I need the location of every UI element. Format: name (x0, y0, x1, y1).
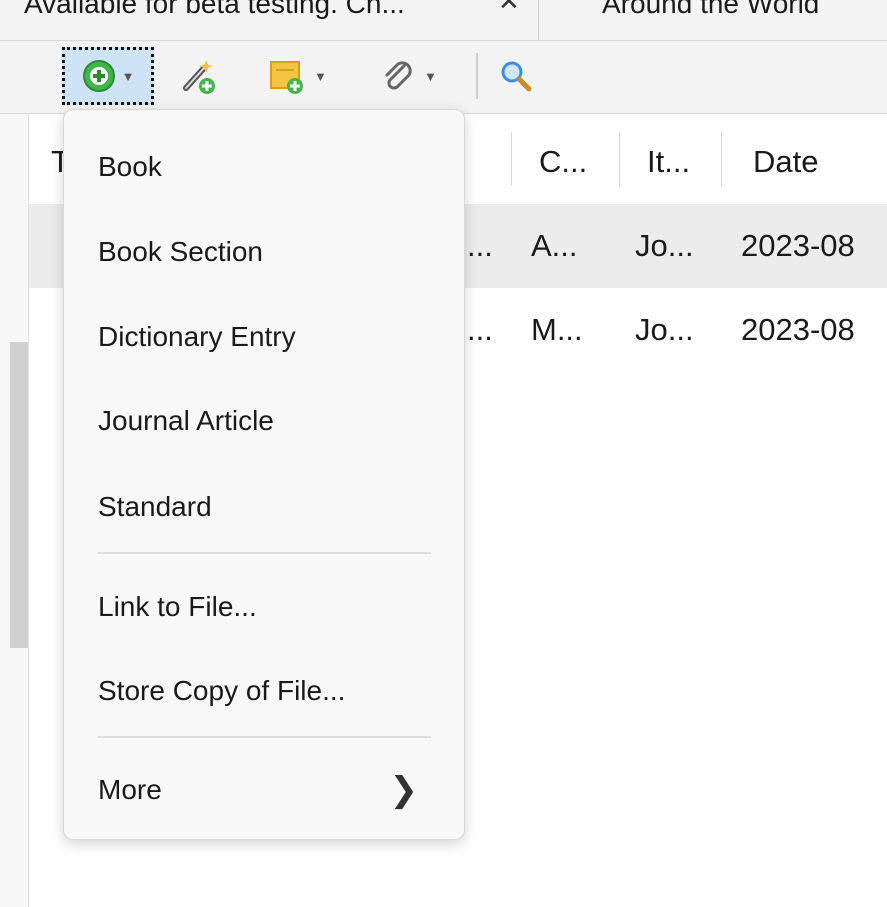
menu-item-journal-article[interactable]: Journal Article (64, 385, 464, 457)
tab-divider (538, 0, 539, 40)
new-item-button[interactable]: ▼ (62, 47, 154, 105)
menu-item-standard[interactable]: Standard (64, 471, 464, 543)
scrollbar[interactable] (10, 342, 28, 648)
cell-title: ... (467, 228, 493, 263)
paperclip-icon (385, 61, 412, 90)
column-divider[interactable] (619, 132, 620, 186)
chevron-down-icon: ▼ (314, 68, 327, 84)
menu-divider (98, 736, 431, 738)
add-attachment-button[interactable]: ▼ (380, 47, 437, 105)
toolbar-divider (476, 53, 478, 99)
add-by-identifier-button[interactable] (178, 47, 218, 105)
cell-item-type: Jo... (635, 312, 694, 347)
column-header-item-type[interactable]: It... (647, 114, 717, 204)
menu-item-store-copy-of-file[interactable]: Store Copy of File... (64, 655, 464, 727)
menu-item-dictionary-entry[interactable]: Dictionary Entry (64, 301, 464, 373)
chevron-down-icon: ▼ (424, 68, 437, 84)
search-button[interactable] (498, 47, 534, 105)
menu-item-book-section[interactable]: Book Section (64, 216, 464, 288)
column-header-date[interactable]: Date (753, 114, 887, 204)
tab-label: Around the World (602, 0, 820, 19)
magic-wand-icon (183, 60, 215, 94)
menu-divider (98, 552, 431, 554)
chevron-down-icon: ▼ (121, 68, 135, 84)
new-note-button[interactable]: ▼ (268, 47, 327, 105)
plus-circle-icon (82, 60, 115, 92)
tab-item[interactable]: Available for beta testing. Ch... (24, 0, 536, 24)
cell-date: 2023-08 (741, 228, 855, 263)
menu-item-more[interactable]: More ❯ (64, 754, 464, 826)
cell-date: 2023-08 (741, 312, 855, 347)
note-icon (270, 61, 303, 94)
search-icon (501, 61, 532, 92)
tab-close-icon[interactable]: ✕ (498, 0, 520, 17)
column-header-creator[interactable]: C... (539, 114, 619, 204)
cell-item-type: Jo... (635, 228, 694, 263)
column-divider[interactable] (721, 132, 722, 186)
tab-bar: Available for beta testing. Ch... ✕ Arou… (0, 0, 887, 41)
menu-item-link-to-file[interactable]: Link to File... (64, 571, 464, 643)
items-toolbar: ▼ ▼ ▼ (0, 41, 887, 114)
cell-title: ... (467, 312, 493, 347)
tab-item[interactable]: Around the World (602, 0, 887, 24)
tab-label: Available for beta testing. Ch... (24, 0, 405, 19)
column-divider[interactable] (511, 132, 512, 186)
new-item-menu: Book Book Section Dictionary Entry Journ… (63, 109, 465, 840)
cell-creator: A... (531, 228, 578, 263)
collections-pane (0, 114, 29, 907)
chevron-right-icon: ❯ (389, 771, 419, 809)
cell-creator: M... (531, 312, 583, 347)
menu-item-book[interactable]: Book (64, 131, 464, 203)
